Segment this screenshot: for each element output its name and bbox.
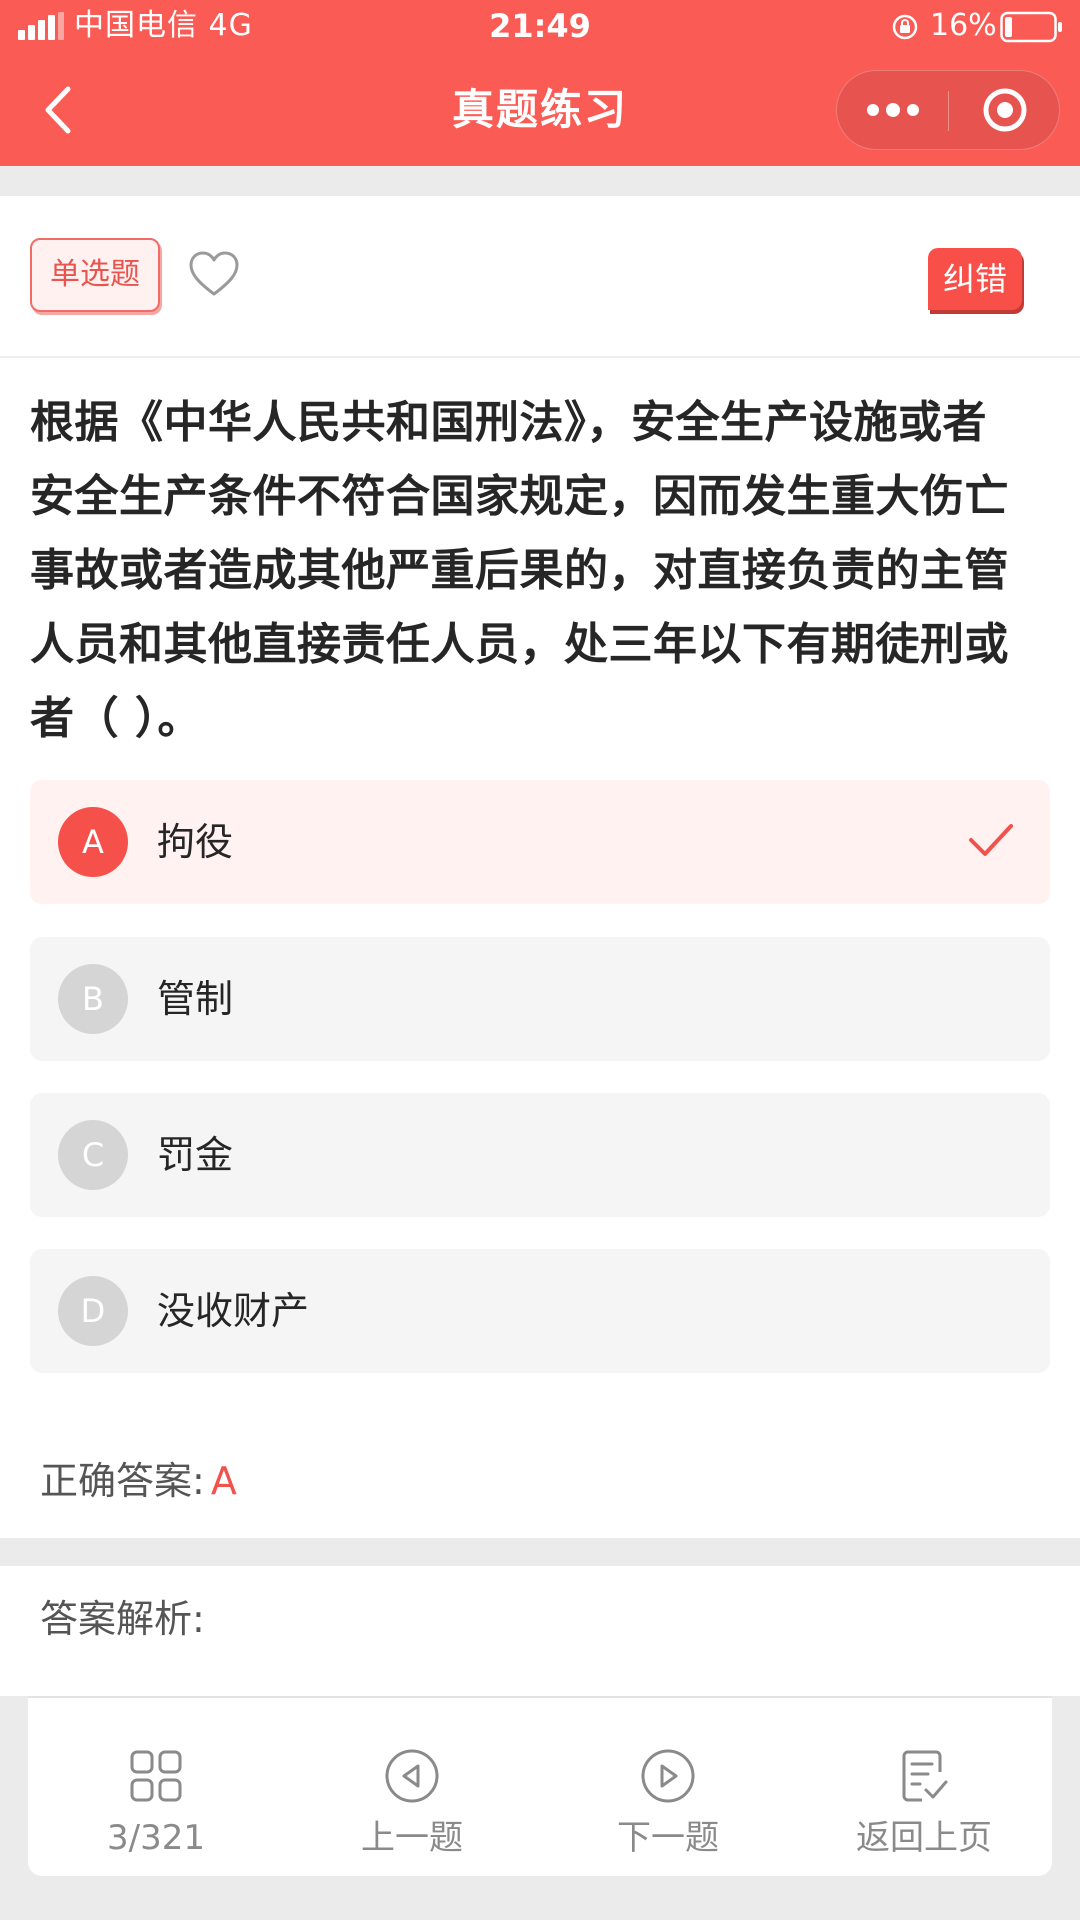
option-c[interactable]: C 罚金 (30, 1093, 1050, 1217)
status-time: 21:49 (489, 7, 591, 45)
mini-program-capsule (836, 70, 1060, 150)
app-header: 中国电信 4G 21:49 16% 真题练习 (0, 0, 1080, 166)
nav-prev-question[interactable]: 上一题 (284, 1698, 540, 1876)
option-letter: C (58, 1120, 128, 1190)
report-error-button[interactable]: 纠错 (928, 248, 1022, 310)
option-text: 没收财产 (157, 1289, 310, 1333)
battery-icon (1000, 11, 1062, 43)
page-title: 真题练习 (451, 85, 628, 134)
bottom-nav: 3/321 上一题 下一题 返回上页 (28, 1698, 1052, 1876)
header-divider (0, 356, 1080, 358)
correct-answer-label: 正确答案: (40, 1459, 205, 1503)
back-button[interactable] (30, 80, 86, 140)
close-mini-program-button[interactable] (949, 71, 1061, 149)
option-text: 拘役 (157, 820, 234, 864)
nav-label: 3/321 (107, 1818, 205, 1858)
checklist-icon (902, 1750, 948, 1802)
nav-return-page[interactable]: 返回上页 (796, 1698, 1052, 1876)
rotation-lock-icon (892, 14, 918, 40)
option-d[interactable]: D 没收财产 (30, 1249, 1050, 1373)
back-arrow-icon (45, 86, 71, 134)
option-a[interactable]: A 拘役 (30, 780, 1050, 904)
nav-label: 下一题 (617, 1818, 719, 1858)
nav-label: 上一题 (361, 1818, 463, 1858)
question-type-badge: 单选题 (30, 238, 160, 312)
status-bar: 中国电信 4G 21:49 16% (0, 0, 1080, 54)
more-button[interactable] (837, 71, 949, 149)
option-text: 管制 (157, 977, 234, 1021)
check-icon (969, 824, 1013, 856)
heart-icon[interactable] (188, 250, 240, 298)
grid-icon (130, 1750, 182, 1802)
question-text: 根据《中华人民共和国刑法》，安全生产设施或者安全生产条件不符合国家规定，因而发生… (30, 397, 1009, 744)
correct-answer-value: A (210, 1459, 237, 1503)
close-target-icon (983, 88, 1027, 132)
analysis-title: 答案解析: (40, 1597, 205, 1641)
prev-circle-icon (385, 1749, 439, 1803)
carrier-label: 中国电信 4G (74, 8, 253, 43)
correct-answer-row: 正确答案: A (40, 1456, 237, 1506)
option-letter: D (58, 1276, 128, 1346)
option-text: 罚金 (157, 1133, 234, 1177)
option-letter: A (58, 807, 128, 877)
nav-next-question[interactable]: 下一题 (540, 1698, 796, 1876)
option-b[interactable]: B 管制 (30, 937, 1050, 1061)
answer-analysis-section: 答案解析: (0, 1566, 1080, 1696)
nav-label: 返回上页 (856, 1818, 992, 1858)
nav-question-index[interactable]: 3/321 (28, 1698, 284, 1876)
signal-icon (18, 12, 64, 40)
next-circle-icon (641, 1749, 695, 1803)
battery-percent: 16% (930, 8, 997, 43)
more-dots-icon (867, 103, 919, 117)
question-card: 单选题 纠错 根据《中华人民共和国刑法》，安全生产设施或者安全生产条件不符合国家… (0, 196, 1080, 1538)
option-letter: B (58, 964, 128, 1034)
